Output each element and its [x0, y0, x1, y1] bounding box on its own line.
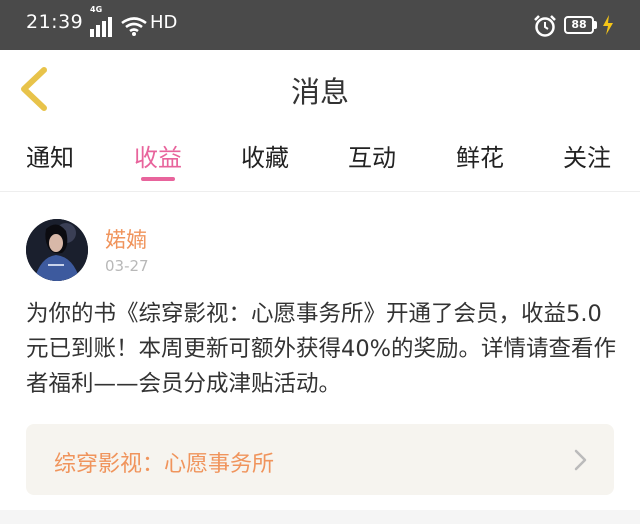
message-tabs: 通知 收益 收藏 互动 鲜花 关注: [0, 128, 640, 192]
chevron-right-icon: [574, 449, 587, 471]
list-divider: [0, 510, 640, 524]
page-title: 消息: [290, 75, 349, 109]
active-tab-indicator: [141, 177, 175, 181]
tab-follows[interactable]: 关注: [563, 138, 611, 173]
signal-icon: [90, 17, 112, 37]
battery-icon: 88: [564, 16, 594, 34]
sender-name[interactable]: 婼婻: [105, 224, 147, 254]
status-time: 21:39: [26, 11, 84, 33]
user-avatar-image: [26, 219, 88, 281]
message-body: 为你的书《综穿影视：心愿事务所》开通了会员，收益5.0元已到账！本周更新可额外获…: [26, 301, 617, 397]
hd-indicator: HD: [150, 12, 178, 33]
charging-icon: [603, 15, 613, 35]
tab-earnings[interactable]: 收益: [134, 138, 182, 173]
tab-notifications[interactable]: 通知: [26, 138, 74, 173]
tab-interactions[interactable]: 互动: [348, 138, 396, 173]
message-date: 03-27: [105, 257, 149, 275]
tab-flowers[interactable]: 鲜花: [456, 138, 504, 173]
book-title: 综穿影视：心愿事务所: [54, 452, 275, 477]
alarm-icon: [534, 15, 556, 37]
app-header: 消息: [0, 50, 640, 128]
battery-tip: [594, 21, 597, 29]
avatar[interactable]: [26, 219, 88, 281]
tab-favorites[interactable]: 收藏: [241, 138, 289, 173]
book-link-card[interactable]: 综穿影视：心愿事务所: [26, 424, 614, 495]
battery-level: 88: [571, 18, 587, 31]
status-bar: 21:39 4G HD 88: [0, 0, 640, 50]
wifi-icon: [121, 17, 147, 36]
